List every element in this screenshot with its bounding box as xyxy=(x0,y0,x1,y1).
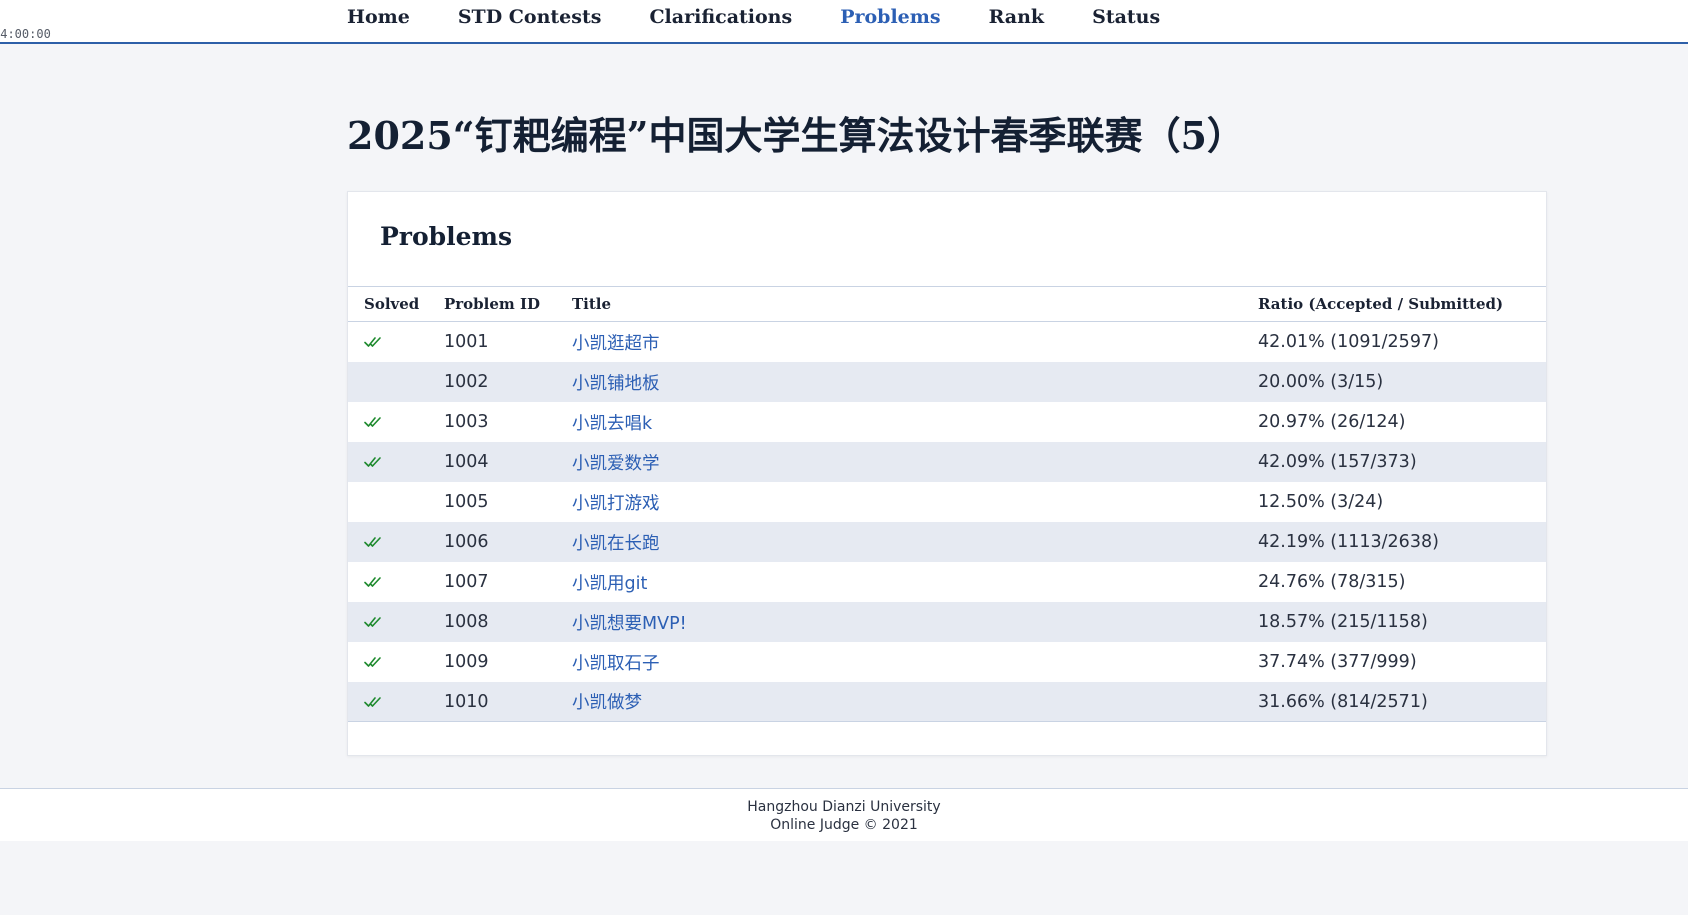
table-row: 1009 小凯取石子 37.74% (377/999) xyxy=(348,642,1546,682)
problem-id: 1009 xyxy=(444,652,489,672)
problems-table: Solved Problem ID Title Ratio (Accepted … xyxy=(348,286,1546,722)
solved-check-icon xyxy=(364,456,444,468)
ratio-value: 18.57% (215/1158) xyxy=(1258,612,1428,632)
problem-id: 1005 xyxy=(444,492,489,512)
table-body: 1001 小凯逛超市 42.01% (1091/2597) 1002 小凯铺地板 20.0… xyxy=(348,322,1546,722)
main-nav: Home STD Contests Clarifications Problem… xyxy=(347,0,1208,34)
solved-check-icon xyxy=(364,576,444,588)
problem-title-link[interactable]: 小凯用git xyxy=(572,574,647,594)
nav-clarifications[interactable]: Clarifications xyxy=(649,6,792,28)
solved-check-icon xyxy=(364,536,444,548)
title-cell: 小凯去唱k xyxy=(572,410,1258,435)
table-row: 1005 小凯打游戏 12.50% (3/24) xyxy=(348,482,1546,522)
problem-title-link[interactable]: 小凯在长跑 xyxy=(572,534,660,554)
column-header-problem-id: Problem ID xyxy=(444,295,541,313)
ratio-value: 42.19% (1113/2638) xyxy=(1258,532,1439,552)
table-row: 1010 小凯做梦 31.66% (814/2571) xyxy=(348,682,1546,722)
contest-timer: 04:00:00 xyxy=(0,27,51,41)
problem-title-link[interactable]: 小凯做梦 xyxy=(572,693,642,713)
title-cell: 小凯打游戏 xyxy=(572,490,1258,515)
title-cell: 小凯铺地板 xyxy=(572,370,1258,395)
table-row: 1008 小凯想要MVP! 18.57% (215/1158) xyxy=(348,602,1546,642)
problems-heading: Problems xyxy=(380,222,513,251)
ratio-value: 42.01% (1091/2597) xyxy=(1258,332,1439,352)
contest-title: 2025“钉耙编程”中国大学生算法设计春季联赛（5） xyxy=(347,113,1245,158)
problem-title-link[interactable]: 小凯打游戏 xyxy=(572,494,660,514)
problem-title-link[interactable]: 小凯想要MVP! xyxy=(572,614,687,634)
ratio-value: 31.66% (814/2571) xyxy=(1258,691,1428,712)
column-header-ratio: Ratio (Accepted / Submitted) xyxy=(1258,295,1504,313)
table-header: Solved Problem ID Title Ratio (Accepted … xyxy=(348,287,1546,322)
nav-problems[interactable]: Problems xyxy=(840,6,940,28)
ratio-value: 42.09% (157/373) xyxy=(1258,452,1417,472)
solved-check-icon xyxy=(364,616,444,628)
solved-cell xyxy=(348,536,444,548)
top-nav-bar: 04:00:00 Home STD Contests Clarification… xyxy=(0,0,1688,44)
table-row: 1006 小凯在长跑 42.19% (1113/2638) xyxy=(348,522,1546,562)
solved-cell xyxy=(348,336,444,348)
footer-copyright: Online Judge © 2021 xyxy=(770,817,918,833)
problem-title-link[interactable]: 小凯铺地板 xyxy=(572,374,660,394)
problem-id: 1002 xyxy=(444,372,489,392)
solved-check-icon xyxy=(364,336,444,348)
column-header-solved: Solved xyxy=(364,295,420,313)
problem-id: 1008 xyxy=(444,612,489,632)
title-cell: 小凯取石子 xyxy=(572,650,1258,675)
title-cell: 小凯做梦 xyxy=(572,689,1258,714)
problems-card: Problems Solved Problem ID Title Ratio (… xyxy=(347,191,1547,756)
problem-title-link[interactable]: 小凯逛超市 xyxy=(572,334,660,354)
solved-check-icon xyxy=(364,656,444,668)
table-row: 1004 小凯爱数学 42.09% (157/373) xyxy=(348,442,1546,482)
problem-title-link[interactable]: 小凯取石子 xyxy=(572,654,660,674)
problem-title-link[interactable]: 小凯去唱k xyxy=(572,414,652,434)
solved-cell xyxy=(348,456,444,468)
title-cell: 小凯逛超市 xyxy=(572,330,1258,355)
solved-cell xyxy=(348,656,444,668)
problem-id: 1001 xyxy=(444,332,489,352)
title-cell: 小凯想要MVP! xyxy=(572,610,1258,635)
column-header-title: Title xyxy=(572,295,612,313)
solved-check-icon xyxy=(364,696,444,708)
title-cell: 小凯用git xyxy=(572,570,1258,595)
table-row: 1007 小凯用git 24.76% (78/315) xyxy=(348,562,1546,602)
problem-title-link[interactable]: 小凯爱数学 xyxy=(572,454,660,474)
problem-id: 1006 xyxy=(444,532,489,552)
table-row: 1003 小凯去唱k 20.97% (26/124) xyxy=(348,402,1546,442)
problem-id: 1010 xyxy=(444,691,489,712)
solved-check-icon xyxy=(364,416,444,428)
problem-id: 1004 xyxy=(444,452,489,472)
problem-id: 1003 xyxy=(444,412,489,432)
nav-rank[interactable]: Rank xyxy=(989,6,1045,28)
ratio-value: 20.00% (3/15) xyxy=(1258,372,1384,392)
solved-cell xyxy=(348,416,444,428)
solved-cell xyxy=(348,616,444,628)
ratio-value: 12.50% (3/24) xyxy=(1258,492,1384,512)
ratio-value: 37.74% (377/999) xyxy=(1258,652,1417,672)
ratio-value: 20.97% (26/124) xyxy=(1258,412,1406,432)
problem-id: 1007 xyxy=(444,572,489,592)
footer-university: Hangzhou Dianzi University xyxy=(747,799,941,815)
nav-home[interactable]: Home xyxy=(347,6,410,28)
nav-status[interactable]: Status xyxy=(1092,6,1160,28)
table-row: 1001 小凯逛超市 42.01% (1091/2597) xyxy=(348,322,1546,362)
title-cell: 小凯爱数学 xyxy=(572,450,1258,475)
footer: Hangzhou Dianzi University Online Judge … xyxy=(0,788,1688,841)
table-row: 1002 小凯铺地板 20.00% (3/15) xyxy=(348,362,1546,402)
nav-std-contests[interactable]: STD Contests xyxy=(458,6,602,28)
title-cell: 小凯在长跑 xyxy=(572,530,1258,555)
solved-cell xyxy=(348,576,444,588)
solved-cell xyxy=(348,696,444,708)
ratio-value: 24.76% (78/315) xyxy=(1258,572,1406,592)
